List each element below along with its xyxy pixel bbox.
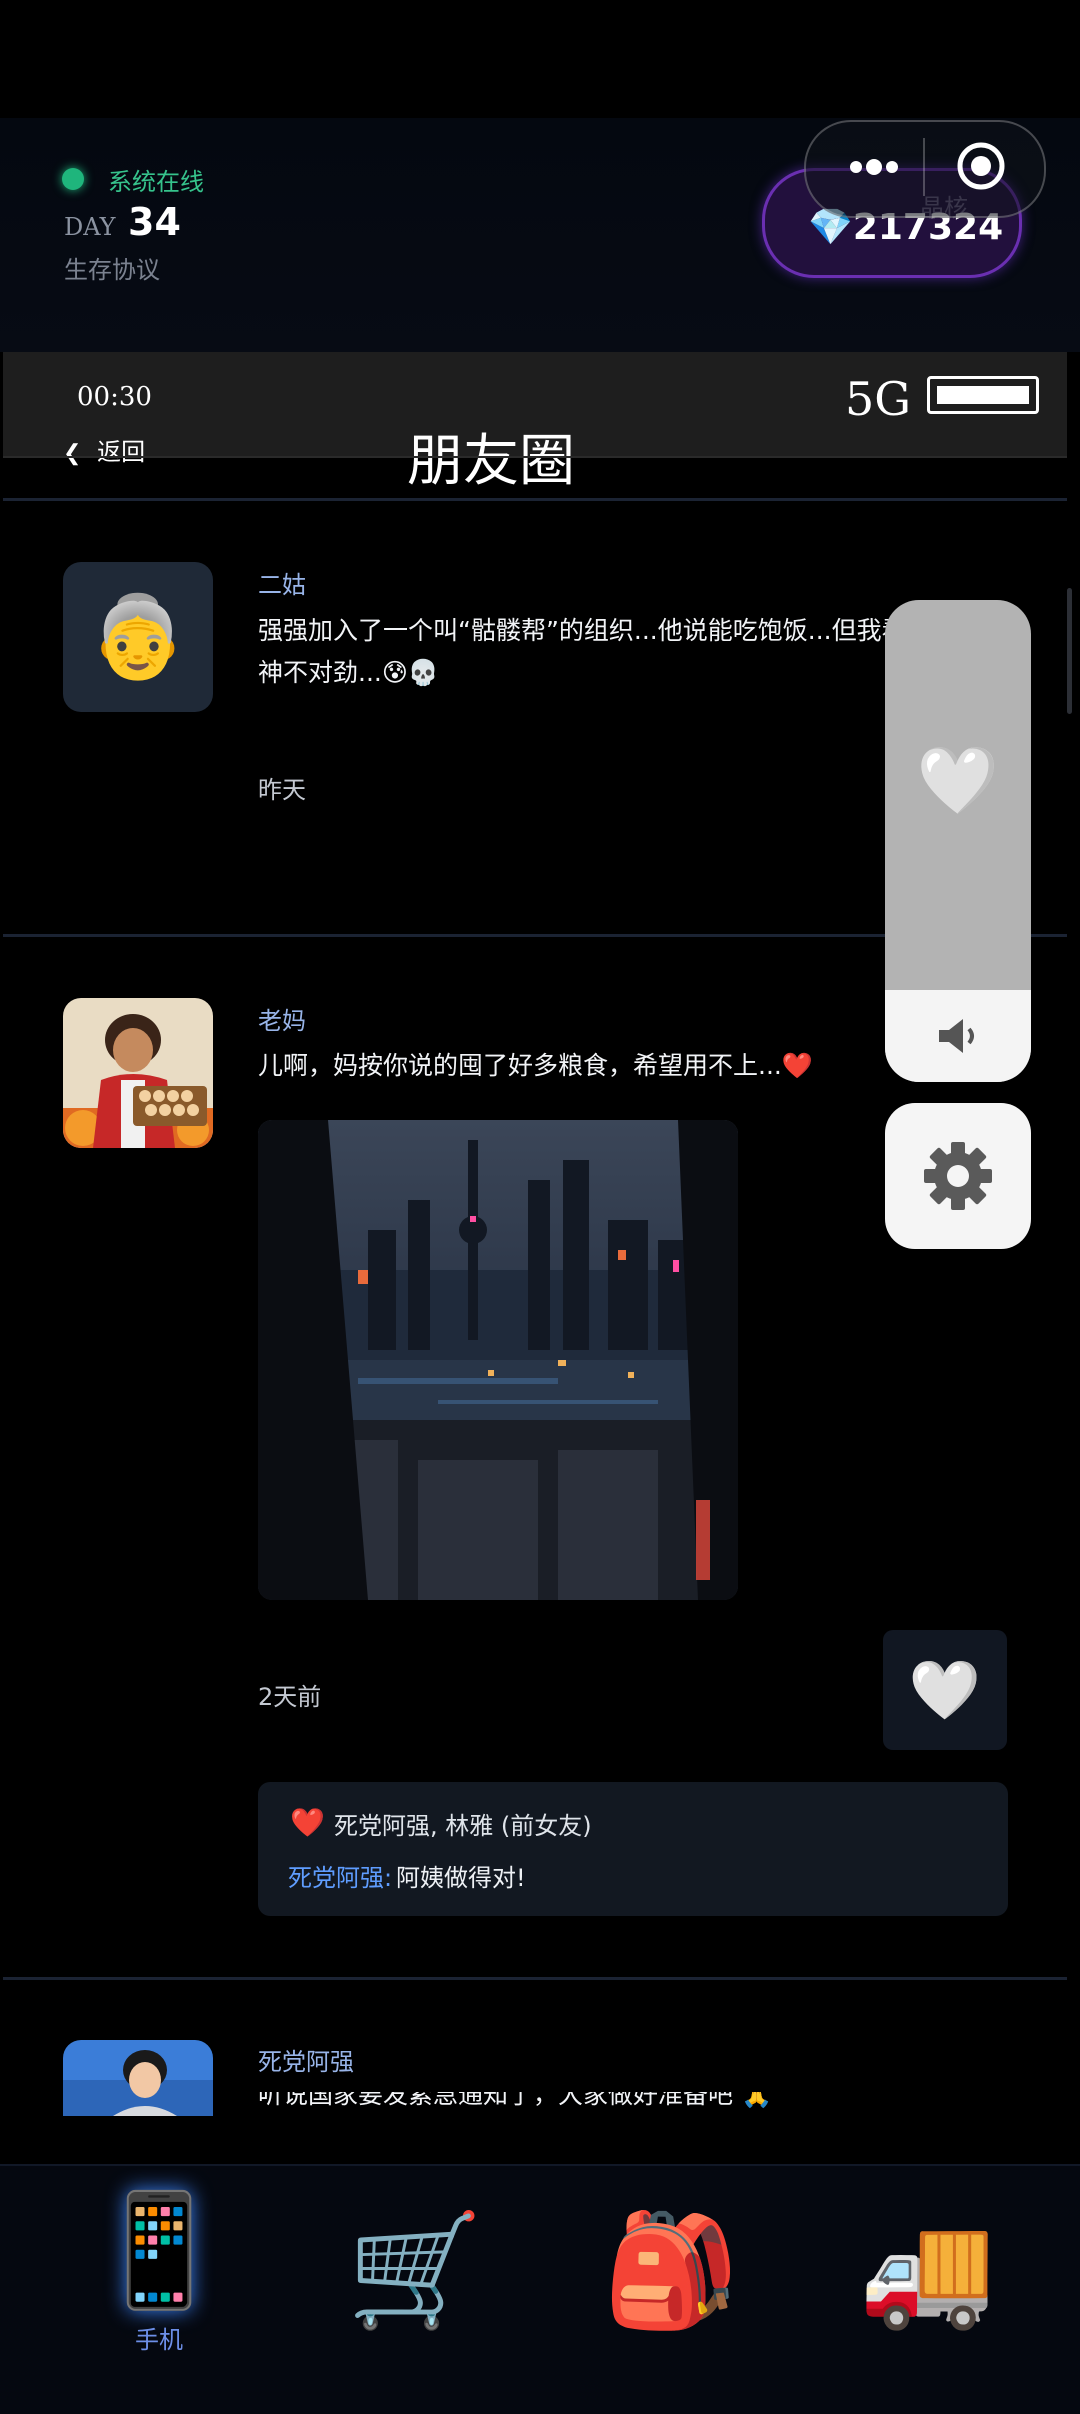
comment-text: 阿姨做得对! — [396, 1864, 526, 1892]
post-author-name[interactable]: 老妈 — [258, 1001, 306, 1036]
nav-item-phone[interactable]: 📱 手机 — [74, 2180, 244, 2380]
close-miniprogram-button[interactable] — [956, 141, 1006, 191]
feed-divider — [3, 1977, 1067, 1980]
day-label: DAY — [64, 213, 116, 241]
truck-icon: 🚚 — [858, 2206, 996, 2334]
volume-panel[interactable]: 🤍 — [885, 600, 1031, 1082]
heart-icon: 🤍 — [908, 1656, 982, 1724]
speaker-icon — [939, 1019, 974, 1053]
post-author-name[interactable]: 二姑 — [258, 565, 306, 600]
volume-level-fill — [885, 990, 1031, 1082]
backpack-icon: 🎒 — [602, 2206, 740, 2334]
heart-icon: 🤍 — [916, 742, 1000, 819]
signal-indicator: 5G — [845, 372, 912, 426]
post-image[interactable] — [258, 1120, 738, 1600]
likes-names: 死党阿强, 林雅 (前女友) — [334, 1812, 592, 1840]
system-status-text: 系统在线 — [108, 168, 204, 196]
post-avatar[interactable] — [63, 998, 213, 1148]
post-text-clip: 听说国家要发紧急通知了，大家做好准备吧 🙏 — [258, 2092, 1058, 2116]
city-night-image — [258, 1120, 738, 1600]
phone-icon: 📱 — [90, 2186, 228, 2314]
likes-comments-box: ❤️ 死党阿强, 林雅 (前女友) 死党阿强: 阿姨做得对! — [258, 1782, 1008, 1916]
post-time: 2天前 — [258, 1683, 322, 1711]
chevron-left-icon: ❮ — [63, 441, 82, 466]
mom-avatar-image — [63, 998, 213, 1148]
online-indicator-dot — [62, 168, 84, 190]
post-avatar[interactable]: 👵 — [63, 562, 213, 712]
phone-time: 00:30 — [77, 382, 152, 412]
more-dots-icon — [850, 159, 898, 175]
post-text: 儿啊，妈按你说的囤了好多粮食，希望用不上...❤️ — [258, 1051, 813, 1080]
nav-item-label: 手机 — [135, 2326, 183, 2354]
settings-button[interactable] — [885, 1103, 1031, 1249]
nav-item-backpack[interactable]: 🎒 — [586, 2180, 756, 2380]
post-avatar[interactable] — [63, 2040, 213, 2116]
post-time: 昨天 — [258, 776, 306, 804]
back-button[interactable]: ❮ 返回 — [63, 432, 145, 467]
battery-icon — [927, 376, 1039, 414]
day-number: 34 — [128, 200, 181, 244]
feed-divider — [3, 498, 1067, 501]
capsule-divider — [923, 138, 925, 196]
target-circle-icon — [957, 142, 1005, 190]
nav-item-shop[interactable]: 🛒 — [330, 2180, 500, 2380]
more-button[interactable] — [836, 142, 912, 192]
top-status-area — [0, 0, 1080, 118]
cart-icon: 🛒 — [346, 2206, 484, 2334]
back-label: 返回 — [97, 438, 146, 466]
gear-icon — [924, 1142, 992, 1210]
nav-item-truck[interactable]: 🚚 — [842, 2180, 1012, 2380]
likes-heart-icon: ❤️ — [290, 1806, 325, 1839]
protocol-text: 生存协议 — [64, 256, 160, 284]
comment-author[interactable]: 死党阿强: — [288, 1858, 392, 1893]
post-text: 听说国家要发紧急通知了，大家做好准备吧 🙏 — [258, 2092, 773, 2109]
post-author-name[interactable]: 死党阿强 — [258, 2042, 354, 2077]
grandma-avatar-icon: 👵 — [88, 590, 188, 683]
feed-scrollbar[interactable] — [1067, 588, 1072, 714]
friend-avatar-image — [63, 2040, 213, 2116]
like-button[interactable]: 🤍 — [883, 1630, 1007, 1750]
title-divider — [3, 456, 1067, 458]
